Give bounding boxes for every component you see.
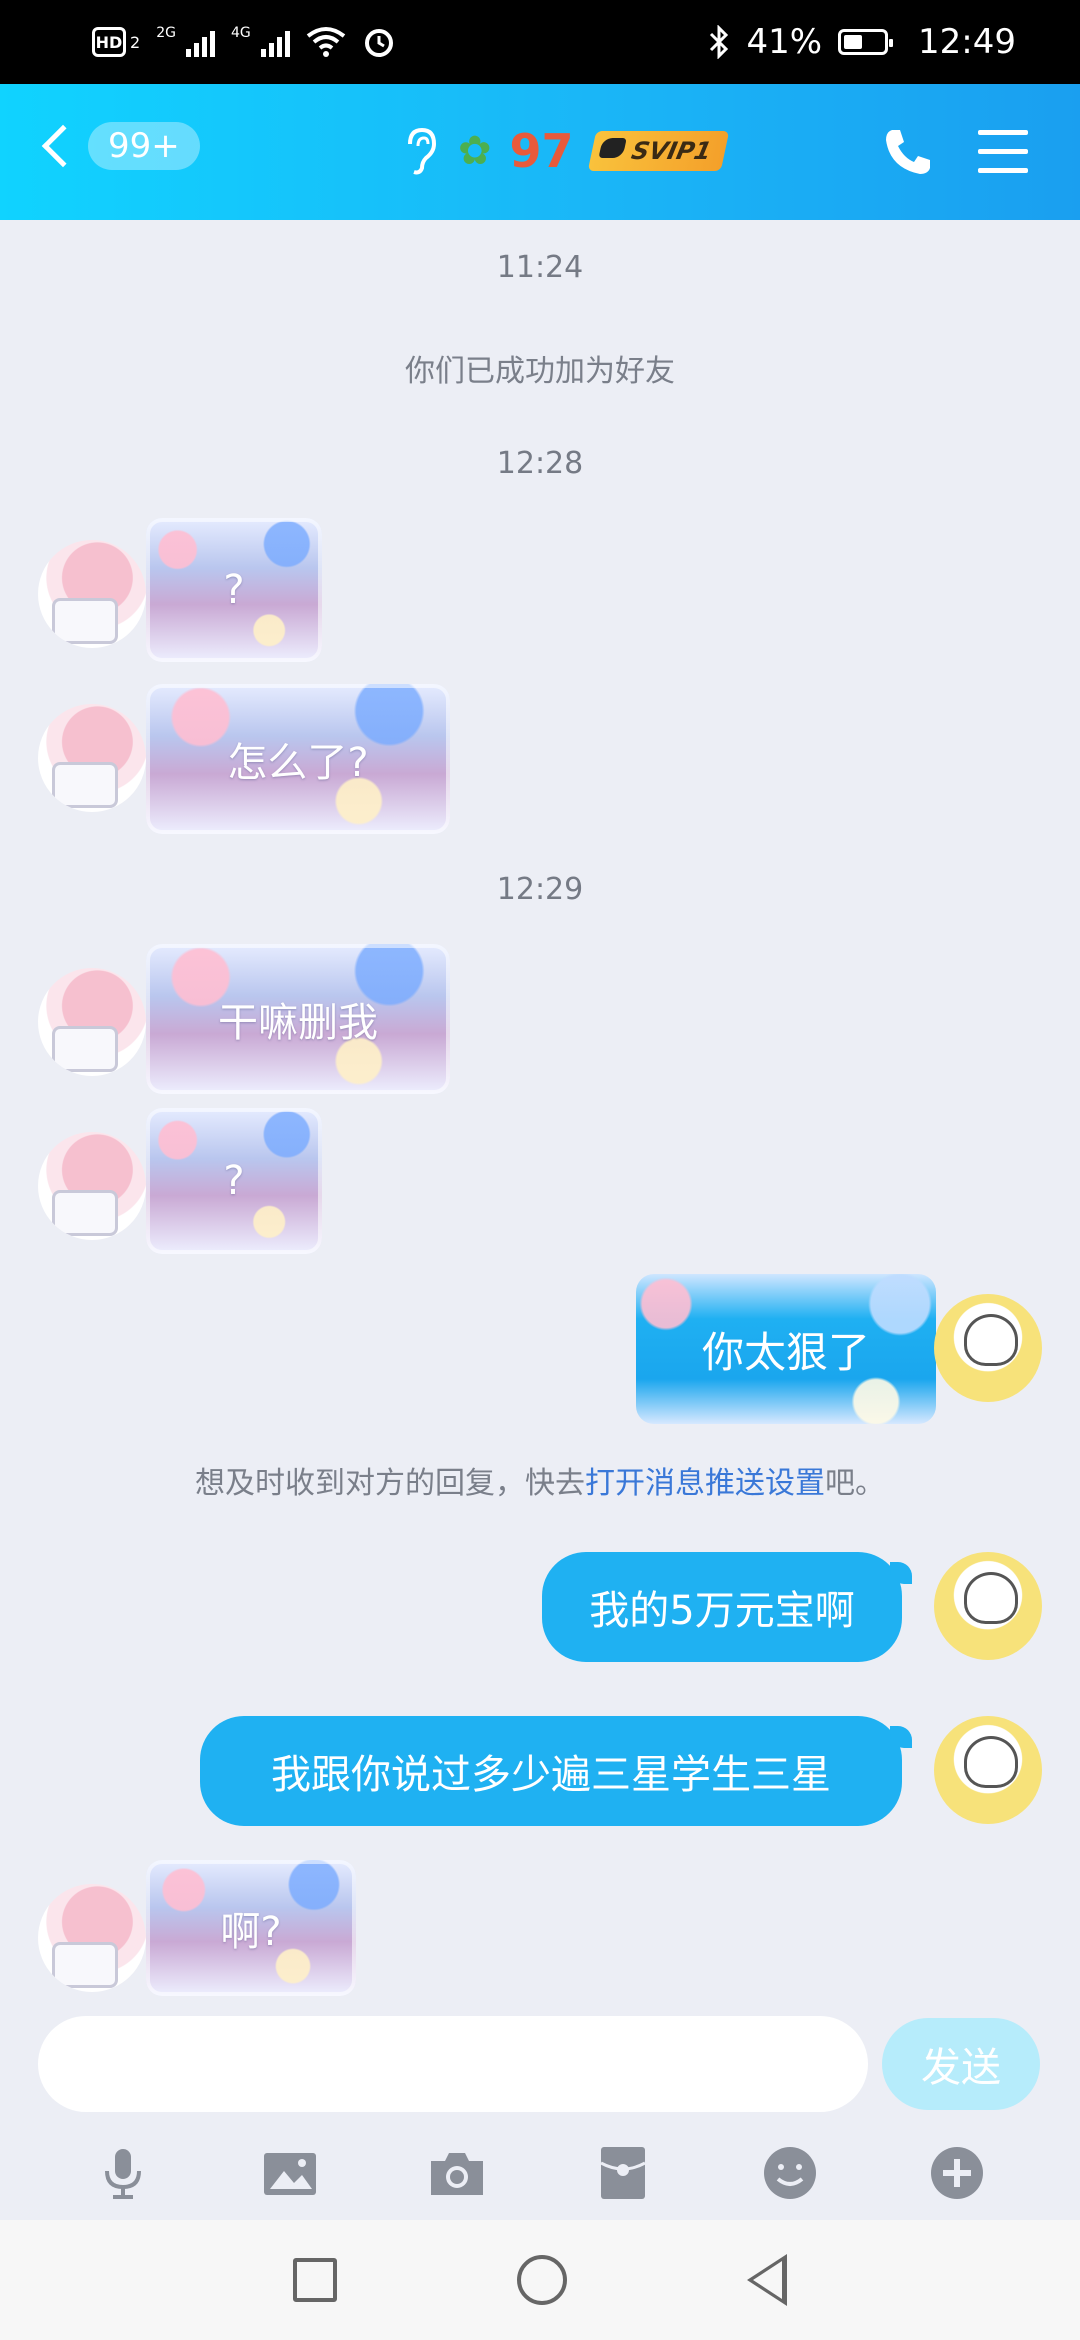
net1-label: 2G	[156, 25, 176, 41]
sim2-label: 2	[130, 32, 141, 52]
friend-avatar[interactable]	[38, 540, 146, 648]
ear-icon	[408, 127, 437, 175]
message-input[interactable]	[38, 2016, 868, 2112]
signal-icon	[185, 27, 215, 57]
send-button[interactable]: 发送	[882, 2018, 1040, 2110]
chevron-left-icon	[41, 124, 85, 168]
emoji-icon[interactable]	[760, 2143, 820, 2203]
outgoing-message[interactable]: 我的5万元宝啊	[542, 1552, 912, 1662]
input-row: 发送	[0, 2010, 1080, 2120]
camera-icon[interactable]	[427, 2143, 487, 2203]
image-icon[interactable]	[260, 2143, 320, 2203]
system-nav-bar	[0, 2220, 1080, 2340]
back-nav-button[interactable]	[747, 2254, 787, 2306]
push-settings-tip: 想及时收到对方的回复，快去打开消息推送设置吧。	[0, 1458, 1080, 1502]
wifi-icon	[306, 27, 345, 57]
sprout-icon: ✿	[458, 128, 492, 174]
my-avatar[interactable]	[934, 1716, 1042, 1824]
recents-button[interactable]	[293, 2258, 337, 2302]
svip-badge: SVIP1	[587, 131, 729, 171]
bluetooth-icon	[710, 25, 729, 59]
mic-icon[interactable]	[93, 2143, 153, 2203]
chat-header: 99+ ✿ 97 SVIP1	[0, 84, 1080, 220]
header-status: ✿ 97 SVIP1	[400, 124, 729, 178]
back-button[interactable]: 99+	[36, 122, 200, 170]
red-packet-icon[interactable]	[593, 2143, 653, 2203]
tip-text-end: 吧。	[825, 1466, 885, 1501]
tip-text: 想及时收到对方的回复，快去	[195, 1466, 585, 1501]
outgoing-message[interactable]: 我跟你说过多少遍三星学生三星	[200, 1716, 912, 1826]
push-settings-link[interactable]: 打开消息推送设置	[585, 1466, 825, 1501]
friend-avatar[interactable]	[38, 704, 146, 812]
incoming-message[interactable]: 怎么了?	[146, 684, 450, 834]
friend-avatar[interactable]	[38, 1884, 146, 1992]
status-right: 41% 12:49	[708, 22, 1016, 62]
status-time: 12:49	[918, 22, 1016, 62]
friend-avatar[interactable]	[38, 968, 146, 1076]
status-left: HD 2 2G 4G	[92, 25, 396, 59]
incoming-message[interactable]: ?	[146, 518, 322, 662]
incoming-message[interactable]: 啊?	[146, 1860, 356, 1996]
incoming-message[interactable]: ?	[146, 1108, 322, 1254]
chat-area[interactable]: 11:24 你们已成功加为好友 12:28 ? 怎么了? 12:29 干嘛删我 …	[0, 220, 1080, 2010]
friend-avatar[interactable]	[38, 1132, 146, 1240]
system-message: 你们已成功加为好友	[405, 354, 675, 389]
status-bar: HD 2 2G 4G 41% 12:49	[0, 0, 1080, 84]
my-avatar[interactable]	[934, 1294, 1042, 1402]
my-avatar[interactable]	[934, 1552, 1042, 1660]
timestamp: 11:24	[496, 250, 584, 285]
unread-count-badge: 99+	[88, 122, 200, 170]
incoming-message[interactable]: 干嘛删我	[146, 944, 450, 1094]
hd-badge: HD	[92, 27, 126, 57]
home-button[interactable]	[517, 2255, 567, 2305]
signal-icon-2	[260, 27, 290, 57]
battery-percent: 41%	[746, 22, 823, 62]
timestamp: 12:28	[496, 446, 584, 481]
outgoing-message[interactable]: 你太狠了	[636, 1274, 936, 1424]
phone-icon[interactable]	[882, 126, 934, 178]
plus-icon[interactable]	[927, 2143, 987, 2203]
timestamp: 12:29	[496, 872, 584, 907]
alarm-icon	[364, 29, 393, 57]
net2-label: 4G	[230, 25, 251, 41]
menu-icon[interactable]	[978, 130, 1028, 174]
battery-icon	[838, 29, 894, 55]
friendship-score: 97	[509, 124, 574, 178]
input-toolbar	[0, 2125, 1080, 2220]
